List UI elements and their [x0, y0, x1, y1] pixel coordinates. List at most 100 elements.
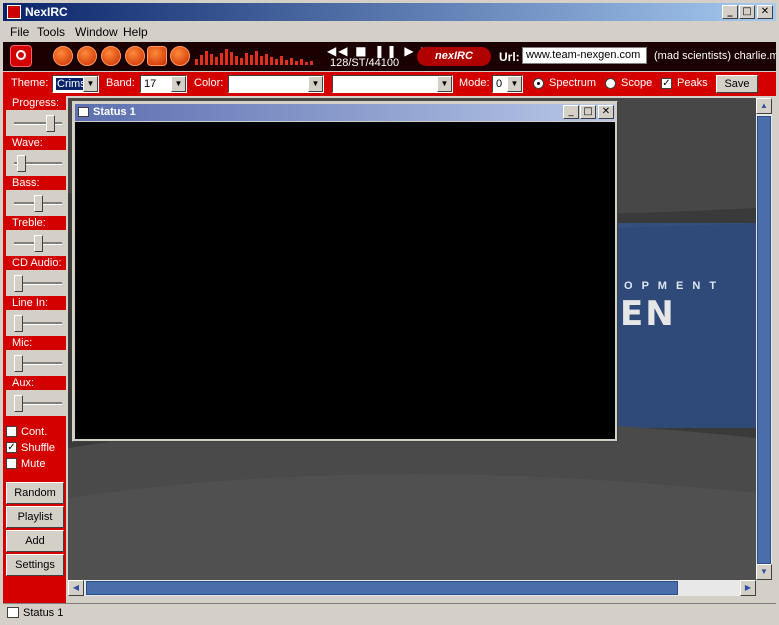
wave-icon[interactable]: [53, 46, 73, 66]
chevron-down-icon[interactable]: ▼: [171, 76, 186, 92]
minimize-button[interactable]: _: [722, 5, 738, 19]
slider-thumb[interactable]: [17, 155, 27, 172]
equalizer-display: [193, 44, 321, 69]
scroll-left-arrow[interactable]: ◀: [68, 580, 84, 596]
background-word-opment: O P M E N T: [624, 280, 720, 292]
slider-thumb[interactable]: [14, 275, 24, 292]
vertical-scroll-thumb[interactable]: [757, 116, 771, 564]
color2-select[interactable]: ▼: [332, 75, 453, 93]
maximize-button[interactable]: □: [739, 5, 755, 19]
add-button[interactable]: Add: [6, 530, 64, 552]
spectrum-label: Spectrum: [549, 77, 597, 89]
bitrate-display: 128/ST/44100: [330, 57, 400, 69]
slider-thumb[interactable]: [14, 395, 24, 412]
link-icon[interactable]: [170, 46, 190, 66]
save-button[interactable]: Save: [716, 75, 758, 93]
mute-checkbox[interactable]: [6, 458, 17, 469]
scroll-right-arrow[interactable]: ▶: [740, 580, 756, 596]
treble-label: Treble:: [6, 217, 66, 230]
cont-label: Cont.: [21, 426, 48, 438]
power-small-icon[interactable]: [101, 46, 121, 66]
shuffle-label: Shuffle: [21, 442, 56, 454]
status-close-button[interactable]: ✕: [598, 105, 614, 119]
wave-label: Wave:: [6, 137, 66, 150]
scope-label: Scope: [621, 77, 653, 89]
color-select[interactable]: ▼: [228, 75, 324, 93]
slider-thumb[interactable]: [34, 235, 43, 252]
cont-checkbox[interactable]: [6, 426, 17, 437]
main-window: NexIRC _ □ ✕ File Tools Window Help ◀◀ ■…: [0, 0, 779, 625]
status-window-titlebar[interactable]: Status 1 _ □ ✕: [75, 104, 615, 121]
menu-bar: File Tools Window Help: [3, 22, 776, 41]
band-select[interactable]: 17 ▼: [140, 75, 187, 93]
menu-window[interactable]: Window: [75, 25, 118, 39]
title-bar[interactable]: NexIRC _ □ ✕: [3, 3, 776, 21]
scroll-corner: [756, 580, 772, 596]
mode-value: 0: [496, 78, 503, 90]
aux-slider[interactable]: [6, 390, 66, 416]
band-value: 17: [144, 78, 157, 90]
horizontal-scroll-thumb[interactable]: [86, 581, 678, 595]
close-button[interactable]: ✕: [757, 5, 773, 19]
chevron-down-icon[interactable]: ▼: [507, 76, 522, 92]
scope-radio[interactable]: [605, 78, 616, 89]
channel-topic: (mad scientists) charlie.m: [654, 50, 776, 62]
player-toolbar: ◀◀ ■ ❚❚ ▶ ▶▶ 128/ST/44100 nexIRC Url: ww…: [3, 42, 776, 71]
chevron-down-icon[interactable]: ▼: [308, 76, 323, 92]
bass-slider[interactable]: [6, 190, 66, 216]
cd-audio-label: CD Audio:: [6, 257, 66, 270]
menu-tools[interactable]: Tools: [37, 25, 65, 39]
wave-slider[interactable]: [6, 150, 66, 176]
status-output-area[interactable]: [75, 122, 615, 439]
status-window-title: Status 1: [93, 106, 136, 118]
slider-thumb[interactable]: [14, 315, 24, 332]
line-in-slider[interactable]: [6, 310, 66, 336]
menu-help[interactable]: Help: [123, 25, 148, 39]
url-label: Url:: [499, 50, 520, 64]
slider-thumb[interactable]: [34, 195, 43, 212]
download-icon[interactable]: [147, 46, 167, 66]
chevron-down-icon[interactable]: ▼: [437, 76, 452, 92]
fire-icon[interactable]: [125, 46, 145, 66]
color-label: Color:: [194, 77, 224, 89]
mute-label: Mute: [21, 458, 46, 470]
scroll-down-arrow[interactable]: ▼: [756, 564, 772, 580]
theme-select[interactable]: Crims ▼: [52, 75, 99, 93]
mixer-sidebar: Progress: Wave: Bass: Treble: CD Audio: …: [3, 96, 66, 603]
status-bar-text[interactable]: Status 1: [23, 607, 63, 619]
slider-thumb[interactable]: [46, 115, 56, 132]
power-icon[interactable]: [10, 45, 32, 67]
aux-label: Aux:: [6, 377, 66, 390]
chevron-down-icon[interactable]: ▼: [83, 76, 98, 92]
slider-thumb[interactable]: [14, 355, 24, 372]
band-label: Band:: [106, 77, 135, 89]
peaks-checkbox[interactable]: ✓: [661, 78, 672, 89]
nexirc-logo: nexIRC: [417, 47, 491, 66]
app-icon: [7, 5, 21, 19]
mode-select[interactable]: 0 ▼: [492, 75, 523, 93]
vertical-scrollbar[interactable]: ▲ ▼: [756, 98, 772, 580]
mic-label: Mic:: [6, 337, 66, 350]
record-icon[interactable]: [77, 46, 97, 66]
horizontal-scrollbar[interactable]: ◀ ▶: [68, 580, 756, 596]
status-window[interactable]: Status 1 _ □ ✕: [72, 101, 618, 442]
menu-file[interactable]: File: [10, 25, 29, 39]
status-window-tab-icon: [7, 607, 19, 618]
progress-slider[interactable]: [6, 110, 66, 136]
mode-label: Mode:: [459, 77, 490, 89]
scroll-up-arrow[interactable]: ▲: [756, 98, 772, 114]
treble-slider[interactable]: [6, 230, 66, 256]
mic-slider[interactable]: [6, 350, 66, 376]
playlist-button[interactable]: Playlist: [6, 506, 64, 528]
options-bar: Theme: Crims ▼ Band: 17 ▼ Color: ▼ ▼ Mod…: [3, 72, 776, 96]
background-word-en: EN: [620, 294, 676, 334]
line-in-label: Line In:: [6, 297, 66, 310]
cd-audio-slider[interactable]: [6, 270, 66, 296]
random-button[interactable]: Random: [6, 482, 64, 504]
status-minimize-button[interactable]: _: [563, 105, 579, 119]
settings-button[interactable]: Settings: [6, 554, 64, 576]
spectrum-radio[interactable]: [533, 78, 544, 89]
url-input[interactable]: www.team-nexgen.com: [522, 47, 647, 64]
status-maximize-button[interactable]: □: [580, 105, 596, 119]
shuffle-checkbox[interactable]: ✓: [6, 442, 17, 453]
